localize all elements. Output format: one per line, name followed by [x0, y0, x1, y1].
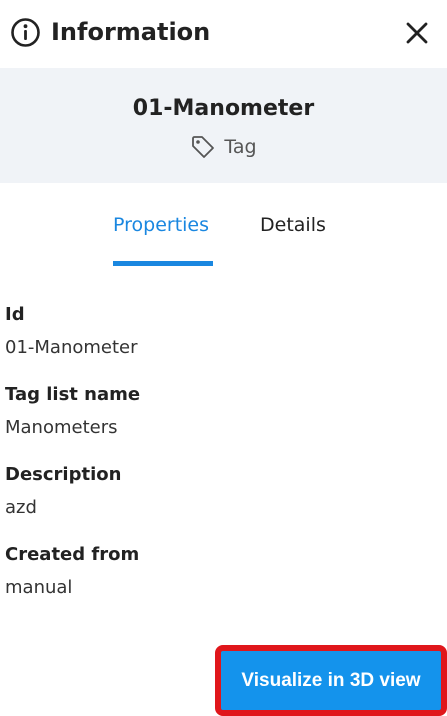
tab-bar: Properties Details: [0, 200, 447, 266]
property-value: manual: [5, 577, 73, 598]
item-title: 01-Manometer: [132, 96, 315, 121]
panel-title: Information: [51, 18, 211, 46]
tab-properties[interactable]: Properties: [113, 210, 209, 240]
visualize-3d-button[interactable]: Visualize in 3D view: [215, 645, 447, 716]
property-created-from: Created from manual: [5, 540, 435, 603]
visualize-3d-button-label: Visualize in 3D view: [241, 669, 421, 691]
panel-header: Information: [0, 0, 447, 68]
item-summary: 01-Manometer Tag: [0, 68, 447, 183]
close-icon[interactable]: [400, 16, 434, 50]
item-type-label: Tag: [224, 136, 257, 158]
property-label: Tag list name: [5, 384, 141, 405]
active-tab-indicator: [113, 261, 213, 266]
property-value: 01-Manometer: [5, 337, 138, 358]
property-id: Id 01-Manometer: [5, 300, 435, 363]
property-tag-list-name: Tag list name Manometers: [5, 380, 435, 443]
property-value: Manometers: [5, 417, 118, 438]
property-label: Id: [5, 304, 25, 325]
info-circle-icon: [11, 18, 40, 47]
properties-list: Id 01-Manometer Tag list name Manometers…: [5, 300, 435, 620]
information-panel: Information 01-Manometer Tag Properties …: [0, 0, 447, 716]
property-description: Description azd: [5, 460, 435, 523]
tab-details[interactable]: Details: [260, 210, 326, 240]
item-type: Tag: [0, 132, 447, 162]
property-label: Description: [5, 464, 122, 485]
property-label: Created from: [5, 544, 140, 565]
property-value: azd: [5, 497, 37, 518]
tag-icon: [192, 136, 215, 158]
